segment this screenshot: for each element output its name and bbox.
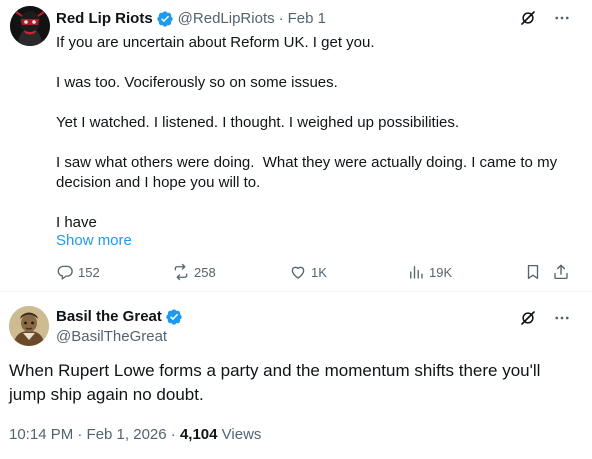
tweet-paragraph: Yet I watched. I listened. I thought. I … bbox=[56, 114, 460, 131]
tweet-top-actions bbox=[518, 308, 572, 328]
author-name[interactable]: Red Lip Riots bbox=[56, 9, 153, 29]
tweet-paragraph: I saw what others were doing. What they … bbox=[56, 154, 562, 191]
verified-badge-icon[interactable] bbox=[156, 10, 174, 28]
tweet-action-bar: 152 258 1K 19K bbox=[56, 262, 576, 282]
tweet-header: Basil the Great bbox=[56, 307, 187, 327]
tweet-text: If you are uncertain about Reform UK. I … bbox=[56, 33, 576, 233]
tweet-metadata: 10:14 PM · Feb 1, 2026 · 4,104 Views bbox=[9, 425, 261, 445]
author-name[interactable]: Basil the Great bbox=[56, 307, 162, 327]
share-icon bbox=[554, 264, 568, 280]
views-count: 19K bbox=[429, 264, 453, 280]
grok-icon[interactable] bbox=[518, 8, 538, 28]
separator-dot: · bbox=[278, 10, 284, 27]
views-button[interactable]: 19K bbox=[407, 262, 452, 282]
share-button[interactable] bbox=[552, 262, 570, 282]
tweet-paragraph: If you are uncertain about Reform UK. I … bbox=[56, 34, 375, 51]
more-icon[interactable] bbox=[552, 8, 572, 28]
like-icon bbox=[291, 266, 305, 279]
verified-badge-icon[interactable] bbox=[165, 308, 183, 326]
tweet-paragraph: I have bbox=[56, 214, 97, 231]
repost-count: 258 bbox=[194, 264, 216, 280]
views-count: 4,104 bbox=[179, 426, 218, 443]
show-more-link[interactable]: Show more bbox=[56, 231, 132, 251]
tweet-date[interactable]: Feb 1 bbox=[288, 9, 326, 29]
repost-button[interactable]: 258 bbox=[172, 262, 216, 282]
views-label: Views bbox=[221, 426, 262, 443]
bookmark-icon bbox=[527, 264, 539, 280]
reply-button[interactable]: 152 bbox=[56, 262, 100, 282]
author-handle[interactable]: @RedLipRiots bbox=[178, 9, 275, 29]
tweet-paragraph: I was too. Vociferously so on some issue… bbox=[56, 74, 338, 91]
like-count: 1K bbox=[311, 264, 327, 280]
avatar[interactable] bbox=[10, 6, 50, 46]
tweet-timestamp[interactable]: 10:14 PM · Feb 1, 2026 bbox=[9, 426, 167, 443]
grok-icon[interactable] bbox=[518, 308, 538, 328]
like-button[interactable]: 1K bbox=[289, 262, 327, 282]
repost-icon bbox=[174, 263, 188, 281]
parent-tweet[interactable]: Red Lip Riots @RedLipRiots · Feb 1 If yo… bbox=[0, 0, 592, 292]
views-icon bbox=[410, 266, 423, 279]
separator-dot: · bbox=[170, 426, 176, 443]
author-handle[interactable]: @BasilTheGreat bbox=[56, 327, 167, 347]
more-icon[interactable] bbox=[552, 308, 572, 328]
bookmark-button[interactable] bbox=[524, 262, 542, 282]
avatar[interactable] bbox=[9, 306, 49, 346]
tweet-top-actions bbox=[518, 8, 572, 28]
tweet-header: Red Lip Riots @RedLipRiots · Feb 1 bbox=[56, 9, 326, 29]
reply-count: 152 bbox=[78, 264, 100, 280]
reply-icon bbox=[57, 265, 73, 281]
tweet-text: When Rupert Lowe forms a party and the m… bbox=[9, 361, 541, 404]
